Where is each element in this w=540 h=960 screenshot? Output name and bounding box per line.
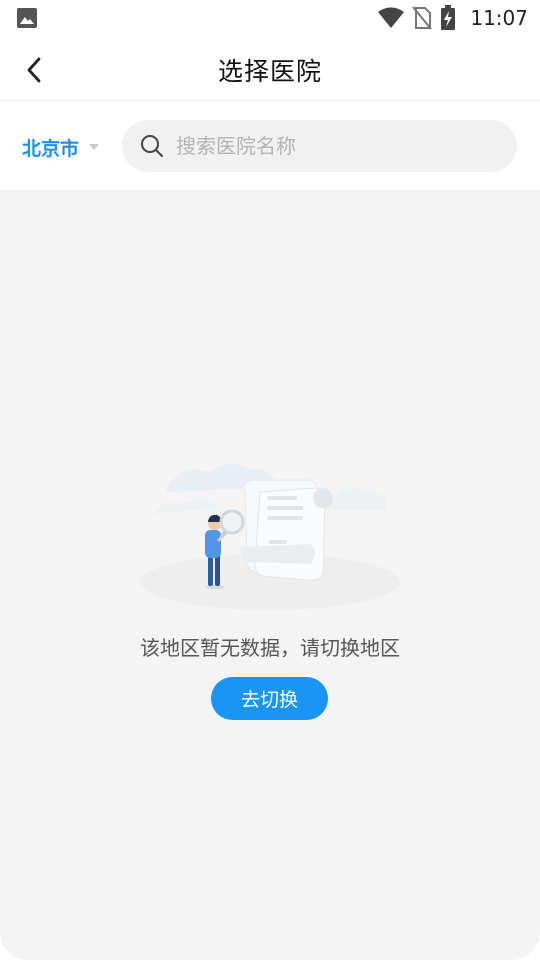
gallery-icon xyxy=(17,8,37,28)
page-title: 选择医院 xyxy=(217,57,322,86)
search-box[interactable] xyxy=(122,120,517,172)
app-header: 选择医院 xyxy=(0,36,540,101)
empty-state-illustration xyxy=(140,463,400,610)
screen: 11:07 选择医院 北京市 搜索医院名称 该地区暂无数据，请切换地区 去切换 xyxy=(0,0,540,960)
wifi-icon xyxy=(378,7,405,28)
switch-region-button[interactable]: 去切换 xyxy=(211,677,328,720)
no-sim-icon xyxy=(412,6,433,30)
empty-state-message: 该地区暂无数据，请切换地区 xyxy=(140,636,400,660)
search-icon xyxy=(141,135,163,157)
battery-charging-icon xyxy=(441,5,456,30)
status-icons: 11:07 xyxy=(378,4,528,32)
search-row: 北京市 xyxy=(0,101,540,190)
search-input[interactable] xyxy=(174,133,498,159)
status-time: 11:07 xyxy=(470,6,528,30)
city-label: 北京市 xyxy=(22,137,80,160)
status-bar: 11:07 xyxy=(0,0,540,36)
city-selector[interactable]: 北京市 xyxy=(22,131,100,163)
caret-down-icon xyxy=(89,144,100,150)
